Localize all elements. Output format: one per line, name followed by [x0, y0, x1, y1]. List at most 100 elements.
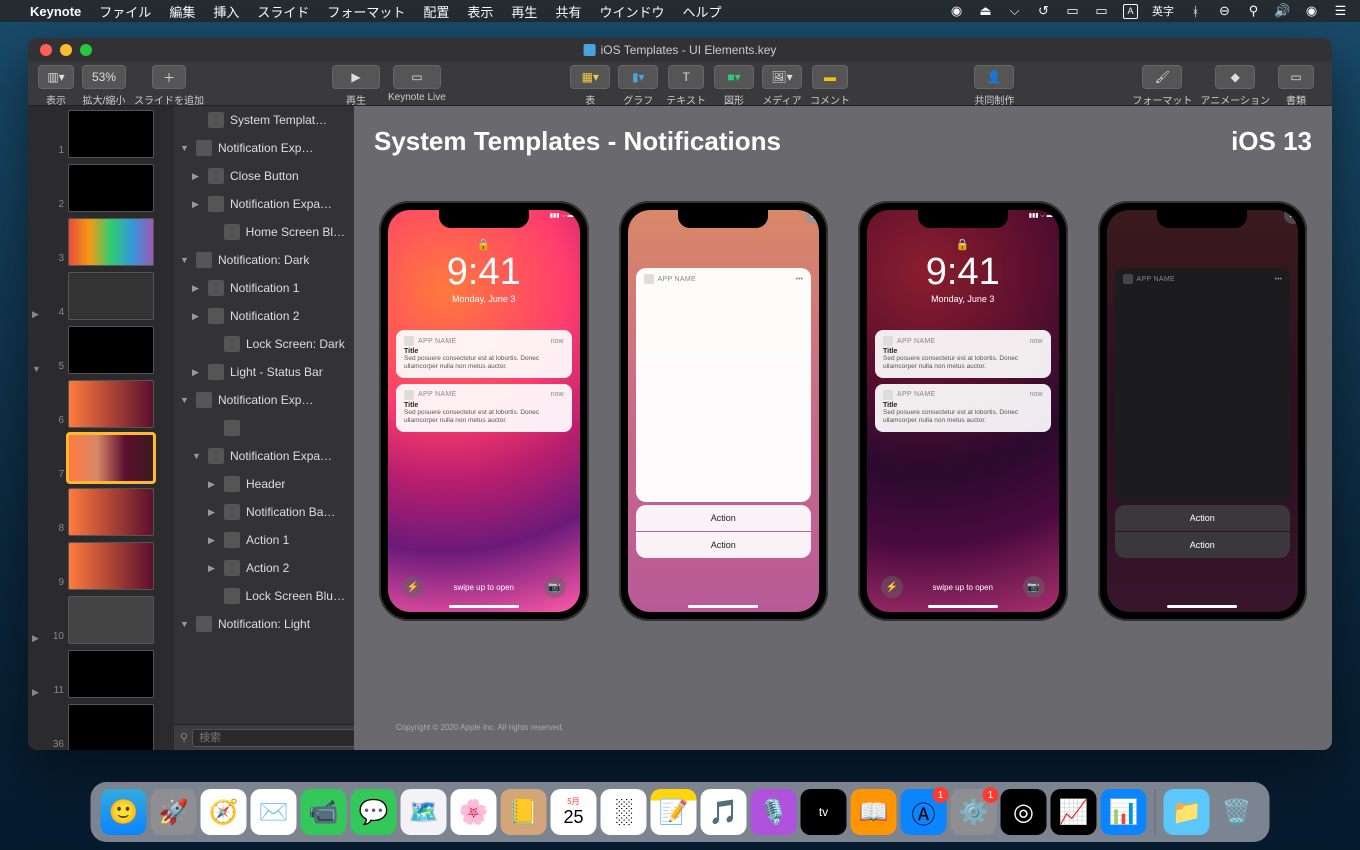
slide-thumbnail[interactable] — [68, 488, 154, 536]
slide-thumbnail[interactable] — [68, 326, 154, 374]
slide-thumb-3[interactable]: 3 — [32, 218, 170, 266]
table-button[interactable]: ▦▾表 — [570, 65, 610, 107]
dock-maps[interactable]: 🗺️ — [401, 789, 447, 835]
menu-slide[interactable]: スライド — [257, 2, 309, 21]
ime-label[interactable]: 英字 — [1152, 3, 1174, 19]
disclosure-icon[interactable]: ▼ — [180, 255, 190, 265]
menu-format[interactable]: フォーマット — [327, 2, 405, 21]
outline-item[interactable]: ▶Notification 2 — [174, 302, 354, 330]
slide-thumbnail[interactable] — [68, 110, 154, 158]
airplay-icon[interactable]: ▭ — [1094, 4, 1109, 19]
menu-share[interactable]: 共有 — [555, 2, 581, 21]
disclosure-icon[interactable]: ▶ — [192, 283, 202, 294]
outline-item[interactable]: ▼Notification Exp… — [174, 386, 354, 414]
phone-light-expanded[interactable]: ✕ APP NAME••• Action Action — [619, 201, 829, 621]
dock-mail[interactable]: ✉️ — [251, 789, 297, 835]
sync-icon[interactable]: ⊖ — [1217, 4, 1232, 19]
dock-facetime[interactable]: 📹 — [301, 789, 347, 835]
outline-item[interactable]: ▼Notification Exp… — [174, 134, 354, 162]
slide-thumbnail[interactable] — [68, 272, 154, 320]
disclosure-icon[interactable]: ▶ — [208, 479, 218, 490]
eject-icon[interactable]: ⏏ — [978, 4, 993, 19]
slide-thumbnail[interactable] — [68, 596, 154, 644]
phone-light-lock[interactable]: ▮▮▮ ⌵ ▬ 🔒 9:41 Monday, June 3 APP NAMEno… — [379, 201, 589, 621]
outline-item[interactable]: ▶Notification Expa… — [174, 190, 354, 218]
slide-thumb-36[interactable]: 36 — [32, 704, 170, 750]
menu-arrange[interactable]: 配置 — [423, 2, 449, 21]
dock-reminders[interactable]: ░ — [601, 789, 647, 835]
outline-item[interactable]: ▼Notification: Dark — [174, 246, 354, 274]
animate-button[interactable]: ◆アニメーション — [1200, 65, 1270, 107]
outline-item[interactable]: Lock Screen: Dark — [174, 330, 354, 358]
slide-thumbnail[interactable] — [68, 380, 154, 428]
outline-item[interactable]: ▶Action 2 — [174, 554, 354, 582]
zoom-button[interactable]: 53%拡大/縮小 — [82, 65, 126, 107]
slide-thumb-2[interactable]: 2 — [32, 164, 170, 212]
dock-activity[interactable]: 📈 — [1051, 789, 1097, 835]
close-button[interactable] — [40, 44, 52, 56]
notification-center-icon[interactable]: ☰ — [1333, 4, 1348, 19]
slide-thumb-5[interactable]: ▼5 — [32, 326, 170, 374]
spotlight-icon[interactable]: ⚲ — [1246, 4, 1261, 19]
slide-thumb-6[interactable]: 6 — [32, 380, 170, 428]
slide-canvas[interactable]: System Templates - Notifications iOS 13 … — [354, 106, 1332, 750]
slide-thumb-9[interactable]: 9 — [32, 542, 170, 590]
dock-calendar[interactable]: 5月 25 — [551, 789, 597, 835]
keynote-live-button[interactable]: ▭Keynote Live — [388, 65, 446, 103]
disclosure-icon[interactable]: ▼ — [192, 451, 202, 461]
outline-item[interactable]: ▶Close Button — [174, 162, 354, 190]
menu-edit[interactable]: 編集 — [169, 2, 195, 21]
maximize-button[interactable] — [80, 44, 92, 56]
timemachine-icon[interactable]: ↺ — [1036, 4, 1051, 19]
menu-insert[interactable]: 挿入 — [213, 2, 239, 21]
slide-thumb-11[interactable]: ▶11 — [32, 650, 170, 698]
disclosure-icon[interactable]: ▶ — [208, 507, 218, 518]
battery-icon[interactable]: ▭ — [1065, 4, 1080, 19]
disclosure-icon[interactable]: ▼ — [32, 364, 42, 374]
minimize-button[interactable] — [60, 44, 72, 56]
slide-thumbnail[interactable] — [68, 650, 154, 698]
phone-dark-lock[interactable]: ▮▮▮ ⌵ ▬ 🔒 9:41 Monday, June 3 APP NAMEno… — [858, 201, 1068, 621]
text-button[interactable]: Tテキスト — [666, 65, 706, 107]
dock-photos[interactable]: 🌸 — [451, 789, 497, 835]
dock-launchpad[interactable]: 🚀 — [151, 789, 197, 835]
disclosure-icon[interactable]: ▶ — [32, 309, 42, 320]
dock-obs[interactable]: ◎ — [1001, 789, 1047, 835]
bluetooth-icon[interactable]: ᚼ — [1188, 4, 1203, 19]
dock-downloads[interactable]: 📁 — [1164, 789, 1210, 835]
disclosure-icon[interactable]: ▼ — [180, 143, 190, 153]
slide-thumbnail[interactable] — [68, 218, 154, 266]
slide-navigator[interactable]: 123▶4▼56789▶10▶1136 — [28, 106, 174, 750]
dock-trash[interactable]: 🗑️ — [1214, 789, 1260, 835]
dock-messages[interactable]: 💬 — [351, 789, 397, 835]
collab-button[interactable]: 👤共同制作 — [974, 65, 1014, 107]
volume-icon[interactable]: 🔊 — [1275, 4, 1290, 19]
input-a-icon[interactable]: A — [1123, 4, 1138, 19]
dock-keynote[interactable]: 📊 — [1101, 789, 1147, 835]
disclosure-icon[interactable]: ▼ — [180, 619, 190, 629]
dock-tv[interactable]: tv — [801, 789, 847, 835]
dock-music[interactable]: 🎵 — [701, 789, 747, 835]
outline-item[interactable]: Lock Screen Blurr… — [174, 582, 354, 610]
phone-dark-expanded[interactable]: ✕ APP NAME••• Action Action — [1098, 201, 1308, 621]
slide-thumbnail[interactable] — [68, 164, 154, 212]
dock-podcasts[interactable]: 🎙️ — [751, 789, 797, 835]
disclosure-icon[interactable]: ▶ — [192, 311, 202, 322]
play-button[interactable]: ▶再生 — [332, 65, 380, 107]
outline-item[interactable]: ▶Action 1 — [174, 526, 354, 554]
menu-view[interactable]: 表示 — [467, 2, 493, 21]
outline-item[interactable]: System Templat… — [174, 106, 354, 134]
outline-item[interactable]: ▶Notification Ba… — [174, 498, 354, 526]
menu-play[interactable]: 再生 — [511, 2, 537, 21]
dock-finder[interactable]: 🙂 — [101, 789, 147, 835]
slide-thumbnail[interactable] — [68, 434, 154, 482]
slide-thumb-1[interactable]: 1 — [32, 110, 170, 158]
slide-thumb-7[interactable]: 7 — [32, 434, 170, 482]
dock-books[interactable]: 📖 — [851, 789, 897, 835]
slide-thumb-8[interactable]: 8 — [32, 488, 170, 536]
siri-icon[interactable]: ◉ — [1304, 4, 1319, 19]
dock-settings[interactable]: ⚙️1 — [951, 789, 997, 835]
disclosure-icon[interactable]: ▶ — [192, 367, 202, 378]
outline-item[interactable]: ▶Light - Status Bar — [174, 358, 354, 386]
search-input[interactable] — [192, 729, 354, 747]
